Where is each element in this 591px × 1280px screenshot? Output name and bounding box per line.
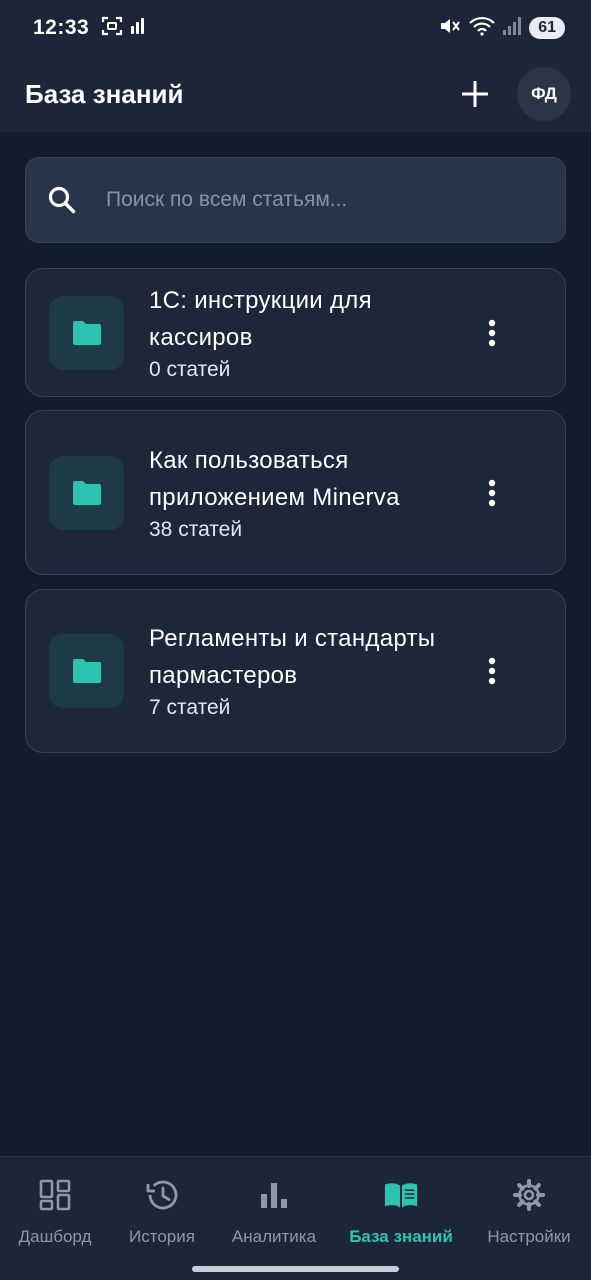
folder-title: Как пользоваться приложением Minerva bbox=[149, 446, 400, 511]
more-vertical-icon bbox=[488, 319, 496, 346]
screenshot-icon bbox=[101, 16, 123, 41]
folder-icon bbox=[72, 320, 101, 345]
gear-icon bbox=[511, 1177, 547, 1213]
nav-label: Дашборд bbox=[18, 1227, 92, 1246]
page-title: База знаний bbox=[25, 78, 184, 109]
folder-card[interactable]: 1С: инструкции для кассиров 0 статей bbox=[25, 268, 566, 397]
cellular-signal-icon bbox=[503, 16, 522, 40]
folder-article-count: 0 статей bbox=[149, 357, 231, 381]
folder-article-count: 38 статей bbox=[149, 517, 243, 541]
nav-item-history[interactable]: История bbox=[128, 1177, 196, 1247]
search-box[interactable] bbox=[25, 157, 566, 243]
search-input[interactable] bbox=[106, 188, 526, 212]
status-bar: 12:33 61 bbox=[0, 0, 591, 56]
status-time: 12:33 bbox=[33, 16, 90, 39]
book-icon bbox=[383, 1177, 419, 1213]
folder-card[interactable]: Регламенты и стандарты пармастеров 7 ста… bbox=[25, 589, 566, 753]
mute-icon bbox=[439, 16, 461, 41]
folder-title: Регламенты и стандарты пармастеров bbox=[149, 625, 436, 689]
folder-tile bbox=[49, 455, 124, 530]
nav-item-knowledge-base[interactable]: База знаний bbox=[349, 1177, 453, 1247]
more-options-button[interactable] bbox=[477, 651, 507, 691]
add-button[interactable] bbox=[455, 74, 495, 114]
nav-label: База знаний bbox=[349, 1227, 453, 1246]
more-vertical-icon bbox=[488, 479, 496, 506]
search-icon bbox=[46, 184, 78, 216]
dashboard-icon bbox=[37, 1177, 73, 1213]
more-options-button[interactable] bbox=[477, 473, 507, 513]
folder-title: 1С: инструкции для кассиров bbox=[149, 286, 372, 351]
history-icon bbox=[144, 1177, 180, 1213]
folder-article-count: 7 статей bbox=[149, 696, 231, 719]
folder-icon bbox=[72, 480, 101, 505]
plus-icon bbox=[462, 81, 488, 107]
nav-item-analytics[interactable]: Аналитика bbox=[232, 1177, 316, 1247]
nav-label: Настройки bbox=[487, 1227, 571, 1246]
nav-item-settings[interactable]: Настройки bbox=[486, 1177, 572, 1247]
nav-item-dashboard[interactable]: Дашборд bbox=[18, 1177, 92, 1247]
bar-chart-icon bbox=[256, 1177, 292, 1213]
more-vertical-icon bbox=[488, 657, 496, 685]
folder-icon bbox=[72, 659, 101, 683]
avatar[interactable]: ФД bbox=[517, 67, 571, 121]
app-header: База знаний ФД bbox=[0, 56, 591, 132]
battery-indicator: 61 bbox=[529, 17, 565, 39]
folder-tile bbox=[49, 634, 124, 708]
folder-card[interactable]: Как пользоваться приложением Minerva 38 … bbox=[25, 410, 566, 575]
more-options-button[interactable] bbox=[477, 313, 507, 353]
nav-label: История bbox=[129, 1227, 195, 1246]
nav-label: Аналитика bbox=[231, 1227, 317, 1246]
wifi-icon bbox=[469, 16, 495, 41]
folder-tile bbox=[49, 295, 124, 370]
bottom-navigation: Дашборд История Аналитика База знаний На… bbox=[0, 1156, 591, 1280]
signal-bars-icon bbox=[131, 17, 145, 39]
home-indicator[interactable] bbox=[192, 1266, 399, 1272]
